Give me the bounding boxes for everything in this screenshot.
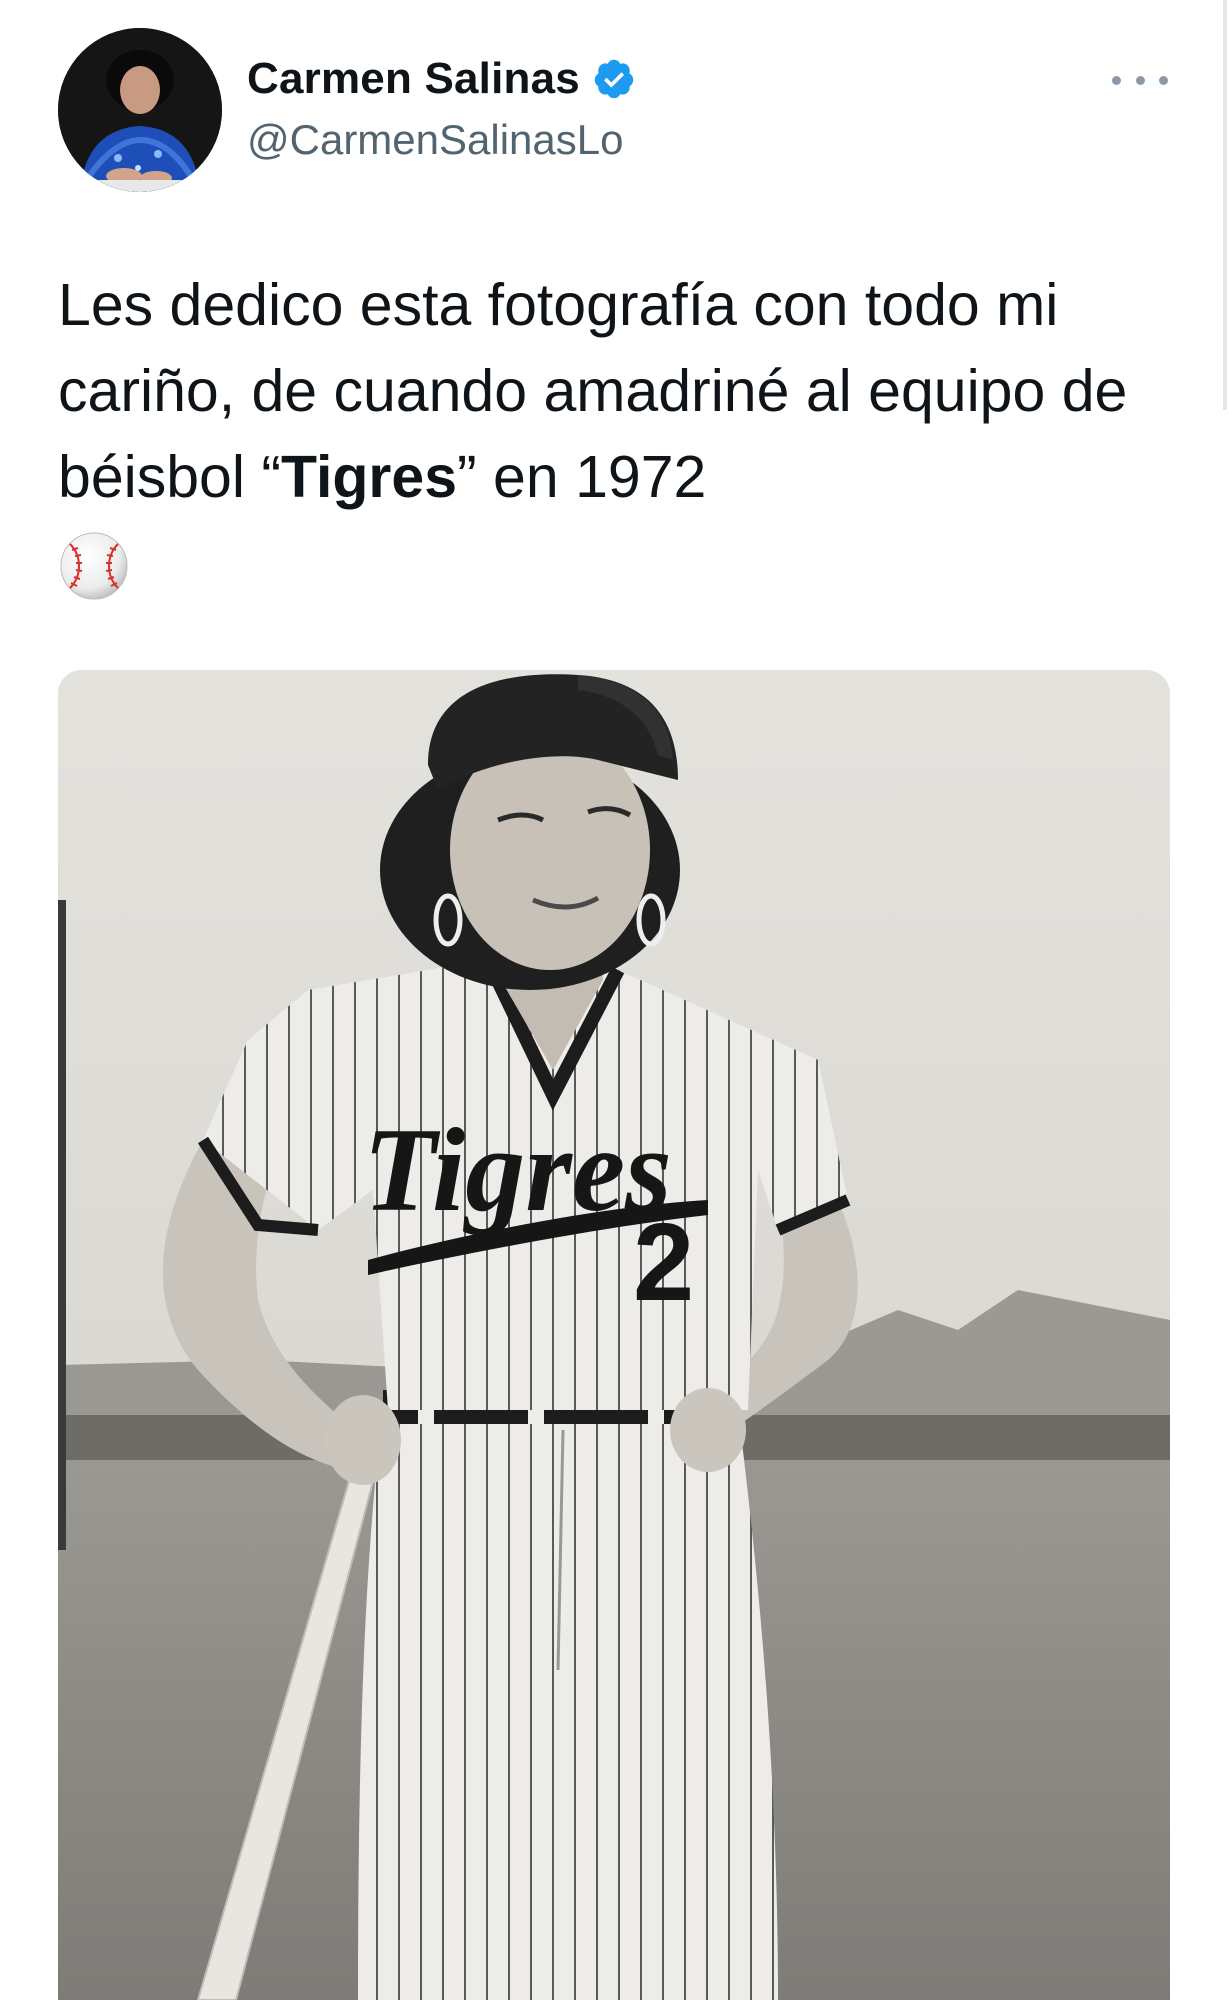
baseball-icon bbox=[58, 530, 130, 602]
author-handle[interactable]: @CarmenSalinasLo bbox=[247, 116, 623, 164]
scrollbar[interactable] bbox=[1223, 0, 1227, 410]
tweet-text-bold: Tigres bbox=[281, 444, 458, 510]
avatar-image bbox=[58, 28, 222, 192]
tweet-text-part: ” en 1972 bbox=[457, 444, 707, 510]
tweet: Carmen Salinas @CarmenSalinasLo Les dedi… bbox=[0, 0, 1229, 2000]
tweet-photo[interactable]: Tigres 2 bbox=[58, 670, 1170, 2000]
more-dot bbox=[1159, 75, 1168, 85]
more-dot bbox=[1112, 75, 1121, 85]
more-dot bbox=[1135, 75, 1145, 85]
verified-badge-icon bbox=[592, 57, 636, 101]
tweet-text: Les dedico esta fotografía con todo mi c… bbox=[58, 262, 1168, 602]
author-name[interactable]: Carmen Salinas bbox=[247, 54, 636, 104]
jersey-number: 2 bbox=[633, 1201, 694, 1324]
author-name-text[interactable]: Carmen Salinas bbox=[247, 54, 580, 104]
more-options-icon[interactable] bbox=[1112, 70, 1168, 90]
avatar[interactable] bbox=[58, 28, 222, 192]
vintage-baseball-photo: Tigres 2 bbox=[58, 670, 1170, 2000]
